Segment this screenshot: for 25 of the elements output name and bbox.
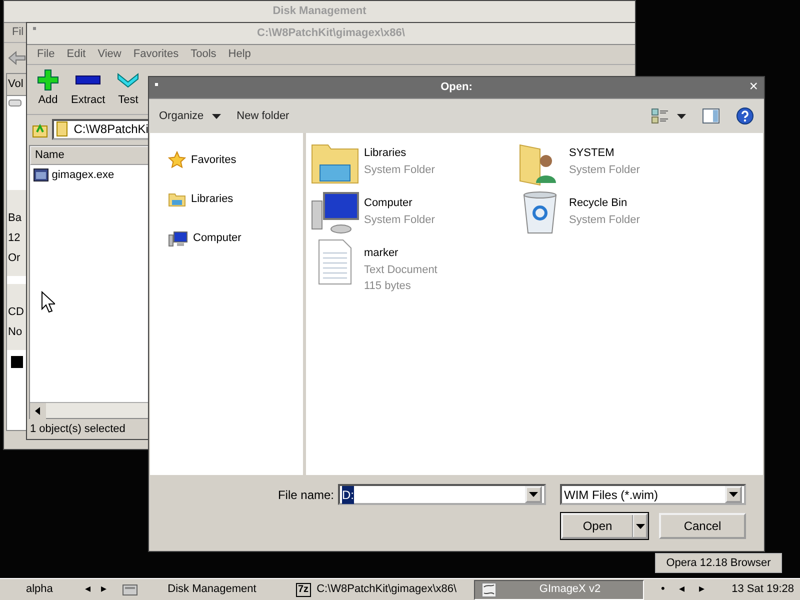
field-label: File name: bbox=[278, 486, 334, 504]
archive-icon: 7z bbox=[296, 582, 311, 596]
clock: 13 Sat 19:28 bbox=[732, 582, 795, 598]
item-type: Text Document bbox=[364, 262, 438, 278]
item-type: System Folder bbox=[569, 212, 640, 228]
window-title: C:\W8PatchKit\gimagex\x86\ bbox=[257, 26, 405, 42]
item-name: SYSTEM bbox=[569, 146, 616, 161]
status-text: 1 object(s) selected bbox=[29, 422, 126, 437]
item-type: System Folder bbox=[364, 162, 435, 178]
item-name: marker bbox=[364, 246, 400, 261]
item-name: Libraries bbox=[364, 146, 408, 161]
window-title: Disk Management bbox=[272, 4, 366, 20]
disk-label: Ba bbox=[8, 210, 22, 226]
item-name: Recycle Bin bbox=[569, 196, 628, 211]
dialog-title: Open: bbox=[440, 80, 472, 96]
disk-label: Or bbox=[8, 250, 22, 266]
item-type: System Folder bbox=[569, 162, 640, 178]
disk-label: 12 bbox=[8, 230, 22, 246]
item-type: System Folder bbox=[364, 212, 435, 228]
item-name: Computer bbox=[364, 196, 414, 211]
disk-label: CD bbox=[8, 304, 25, 320]
disk-label: No bbox=[8, 324, 24, 340]
tooltip: Opera 12.18 Browser bbox=[655, 553, 782, 573]
workspace-label: alpha bbox=[25, 582, 54, 598]
item-size: 115 bytes bbox=[364, 279, 412, 294]
